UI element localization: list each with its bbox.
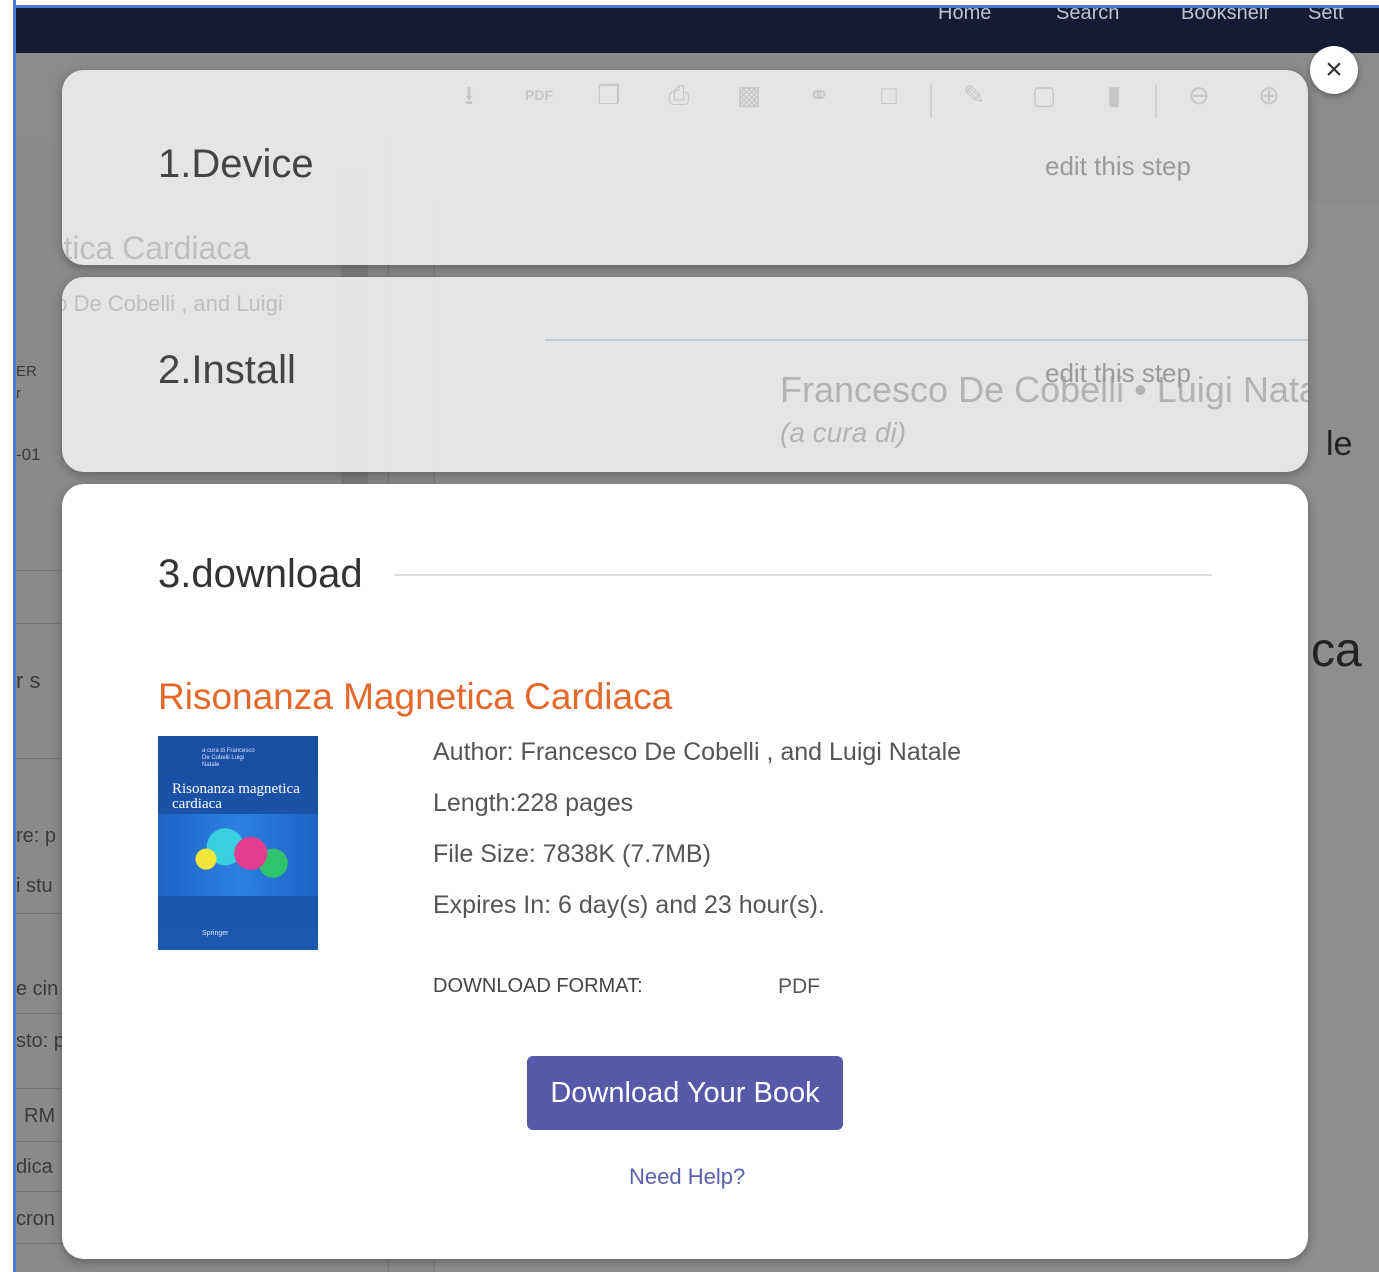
bg-large-title-fragment: ca <box>1311 624 1362 677</box>
link-icon: ⚭ <box>808 80 830 110</box>
note-icon: ▢ <box>1031 80 1057 110</box>
bg-fragment: re: p <box>16 825 57 847</box>
download-book-button[interactable]: Download Your Book <box>527 1056 843 1130</box>
nav-search[interactable]: Search <box>1056 8 1119 25</box>
bg-fragment: e cin <box>16 978 59 1000</box>
bookmark-icon: ▮ <box>1106 80 1122 110</box>
bg-fragment: dica <box>16 1156 53 1178</box>
download-icon: ⭳ <box>464 80 474 110</box>
download-format-value: PDF <box>778 975 820 998</box>
need-help-link[interactable]: Need Help? <box>629 1164 745 1190</box>
book-file-size: File Size: 7838K (7.7MB) <box>433 840 711 868</box>
copy-icon: ❐ <box>597 80 621 110</box>
bg-fragment: i stu <box>16 875 53 897</box>
top-nav-bar: Home Search Bookshelf Sett <box>16 8 1379 53</box>
highlight-icon: ✎ <box>963 80 985 110</box>
bg-cover-author-fragment: le <box>1326 425 1353 463</box>
step-install-panel: cesco De Cobelli , and Luigi Francesco D… <box>62 277 1308 472</box>
bg-fragment: ER <box>16 363 37 380</box>
add-page-icon: ▩ <box>736 80 762 110</box>
download-format-label: DOWNLOAD FORMAT: <box>433 975 643 997</box>
nav-bookshelf[interactable]: Bookshelf <box>1181 8 1269 25</box>
cover-title: Risonanza magnetica cardiaca <box>172 781 300 812</box>
bg-fragment: r s <box>16 668 41 693</box>
zoom-out-icon: ⊖ <box>1188 80 1210 110</box>
book-title: Risonanza Magnetica Cardiaca <box>158 676 673 717</box>
book-expires: Expires In: 6 day(s) and 23 hour(s). <box>433 891 825 919</box>
step-device-panel: ⭳ PDF ❐ ⎙ ▩ ⚭ □ ✎ ▢ ▮ ⊖ ⊕ gnetica Cardia… <box>62 70 1308 265</box>
ghost-authors: cesco De Cobelli , and Luigi <box>62 291 283 316</box>
book-author: Author: Francesco De Cobelli , and Luigi… <box>433 738 962 766</box>
edit-step-install-link[interactable]: edit this step <box>1045 358 1191 389</box>
ghost-book-title: gnetica Cardiaca <box>62 230 251 265</box>
edit-step-device-link[interactable]: edit this step <box>1045 151 1191 182</box>
book-length: Length:228 pages <box>433 789 634 817</box>
close-modal-button[interactable]: × <box>1310 46 1358 94</box>
window-frame-left <box>0 0 16 1272</box>
step-install-title: 2.Install <box>158 348 296 392</box>
bg-fragment: cron <box>16 1208 55 1230</box>
bg-fragment: sto: p <box>16 1030 65 1052</box>
bg-fragment: r <box>16 385 21 402</box>
comment-icon: □ <box>881 80 897 110</box>
step-download-panel: 3.download Risonanza Magnetica Cardiaca … <box>62 484 1308 1259</box>
zoom-in-icon: ⊕ <box>1258 80 1280 110</box>
ghost-cover-authors: Francesco De Cobelli • Luigi Natale <box>780 369 1308 410</box>
bg-fragment: RM <box>24 1105 56 1127</box>
print-icon: ⎙ <box>668 80 690 110</box>
window-frame-top <box>0 0 1379 8</box>
cover-artwork <box>158 814 318 896</box>
step-download-title: 3.download <box>158 552 363 596</box>
step-device-title: 1.Device <box>158 142 314 186</box>
cover-editors: a cura di Francesco De Cobelli Luigi Nat… <box>202 748 255 768</box>
nav-home[interactable]: Home <box>938 8 991 25</box>
book-cover-image: a cura di Francesco De Cobelli Luigi Nat… <box>158 736 318 950</box>
cover-publisher: Springer <box>202 930 229 937</box>
ghost-cover-editor: (a cura di) <box>780 417 907 448</box>
pdf-icon: PDF <box>525 87 553 103</box>
nav-settings[interactable]: Sett <box>1308 8 1344 25</box>
bg-fragment: -01 <box>16 445 41 464</box>
step-divider <box>395 574 1212 576</box>
